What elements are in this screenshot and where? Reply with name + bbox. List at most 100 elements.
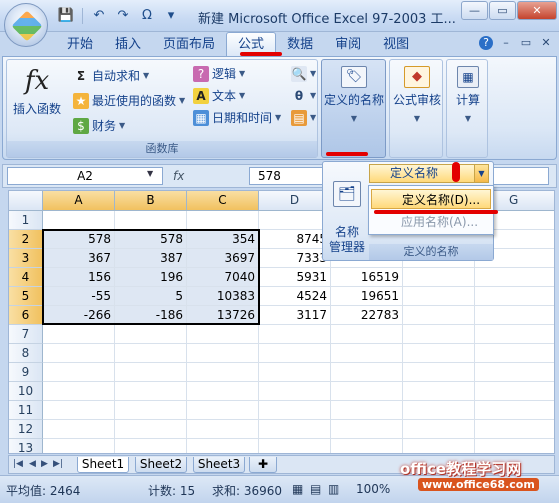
table-cell[interactable] [115,439,187,453]
table-cell[interactable] [187,211,259,230]
math-button[interactable]: θ ▼ [291,86,316,106]
table-cell[interactable] [331,420,403,439]
table-cell[interactable] [259,325,331,344]
table-cell[interactable] [187,420,259,439]
row-header[interactable]: 4 [9,268,43,287]
table-cell[interactable] [115,382,187,401]
table-cell[interactable] [259,211,331,230]
table-cell[interactable] [187,344,259,363]
table-cell[interactable] [43,439,115,453]
row-header[interactable]: 2 [9,230,43,249]
table-cell[interactable] [115,325,187,344]
calculation-button[interactable]: ▦ 计算 ▼ [446,59,488,158]
logical-button[interactable]: ? 逻辑 ▼ [193,64,245,84]
table-cell[interactable] [475,420,554,439]
table-cell[interactable]: 3697 [187,249,259,268]
table-cell[interactable]: 5931 [259,268,331,287]
row-header[interactable]: 1 [9,211,43,230]
table-cell[interactable] [115,211,187,230]
table-cell[interactable]: 196 [115,268,187,287]
row-header[interactable]: 5 [9,287,43,306]
sheet-tab-1[interactable]: Sheet1 [77,457,129,473]
table-cell[interactable]: 156 [43,268,115,287]
symbol-omega-icon[interactable]: Ω [137,7,157,25]
column-header-b[interactable]: B [115,191,187,211]
column-header-c[interactable]: C [187,191,259,211]
tab-data[interactable]: 数据 [276,34,324,56]
more-functions-button[interactable]: ▤ ▼ [291,108,316,128]
table-cell[interactable] [115,344,187,363]
table-cell[interactable] [43,325,115,344]
help-icon[interactable]: ? [479,36,493,50]
table-cell[interactable]: -55 [43,287,115,306]
name-box[interactable]: A2 [7,167,163,185]
table-cell[interactable]: 13726 [187,306,259,325]
table-cell[interactable] [43,382,115,401]
autosum-button[interactable]: Σ 自动求和 ▼ [73,66,149,86]
table-cell[interactable]: 578 [115,230,187,249]
customize-qat-icon[interactable]: ▾ [161,7,181,25]
defined-names-button[interactable]: 🏷 定义的名称 ▼ [321,59,386,158]
table-cell[interactable]: 19651 [331,287,403,306]
table-cell[interactable]: 10383 [187,287,259,306]
table-cell[interactable] [475,268,554,287]
table-cell[interactable] [403,401,475,420]
text-button[interactable]: A 文本 ▼ [193,86,245,106]
column-header-a[interactable]: A [43,191,115,211]
table-cell[interactable]: 7333 [259,249,331,268]
table-cell[interactable] [331,325,403,344]
ribbon-close-icon[interactable]: ✕ [539,36,553,50]
table-cell[interactable]: -266 [43,306,115,325]
tab-home[interactable]: 开始 [56,34,104,56]
table-cell[interactable] [331,363,403,382]
row-header[interactable]: 3 [9,249,43,268]
table-cell[interactable] [475,325,554,344]
next-sheet-icon[interactable]: ▶ [41,459,48,469]
name-box-dropdown-icon[interactable]: ▼ [147,169,153,178]
redo-icon[interactable]: ↷ [113,7,133,25]
table-cell[interactable] [403,325,475,344]
table-cell[interactable]: 3117 [259,306,331,325]
menu-item-define-name[interactable]: 定义名称(D)... [371,189,491,209]
formula-auditing-button[interactable]: ◆ 公式审核 ▼ [389,59,443,158]
chevron-down-icon[interactable]: ▼ [474,165,488,182]
name-manager-button[interactable]: 🗂 名称 管理器 [327,166,367,270]
tab-page-layout[interactable]: 页面布局 [152,34,226,56]
table-cell[interactable]: 16519 [331,268,403,287]
insert-function-button[interactable]: fx 插入函数 [11,66,63,117]
row-header[interactable]: 13 [9,439,43,453]
table-cell[interactable] [187,382,259,401]
minimize-button[interactable]: — [461,1,488,20]
table-cell[interactable] [403,306,475,325]
recent-functions-button[interactable]: ★ 最近使用的函数 ▼ [73,91,185,111]
page-layout-icon[interactable]: ▤ [310,482,321,496]
table-cell[interactable] [403,268,475,287]
select-all-corner[interactable] [9,191,43,211]
table-cell[interactable] [475,439,554,453]
fx-button[interactable]: fx [173,169,184,183]
row-header[interactable]: 9 [9,363,43,382]
table-cell[interactable] [475,287,554,306]
table-cell[interactable] [403,382,475,401]
row-header[interactable]: 12 [9,420,43,439]
table-cell[interactable]: -186 [115,306,187,325]
table-cell[interactable] [187,439,259,453]
define-name-button[interactable]: 定义名称 ▼ [369,164,489,183]
table-cell[interactable] [115,363,187,382]
table-cell[interactable] [259,344,331,363]
undo-icon[interactable]: ↶ [89,7,109,25]
lookup-button[interactable]: 🔍 ▼ [291,64,316,84]
column-header-d[interactable]: D [259,191,331,211]
ribbon-minimize-icon[interactable]: – [499,36,513,50]
first-sheet-icon[interactable]: |◀ [13,459,23,469]
table-cell[interactable] [115,420,187,439]
row-header[interactable]: 8 [9,344,43,363]
table-cell[interactable] [259,420,331,439]
table-cell[interactable]: 22783 [331,306,403,325]
table-cell[interactable] [259,382,331,401]
table-cell[interactable]: 367 [43,249,115,268]
sheet-tab-3[interactable]: Sheet3 [193,457,245,473]
table-cell[interactable] [403,344,475,363]
ribbon-restore-icon[interactable]: ▭ [519,36,533,50]
table-cell[interactable] [475,363,554,382]
